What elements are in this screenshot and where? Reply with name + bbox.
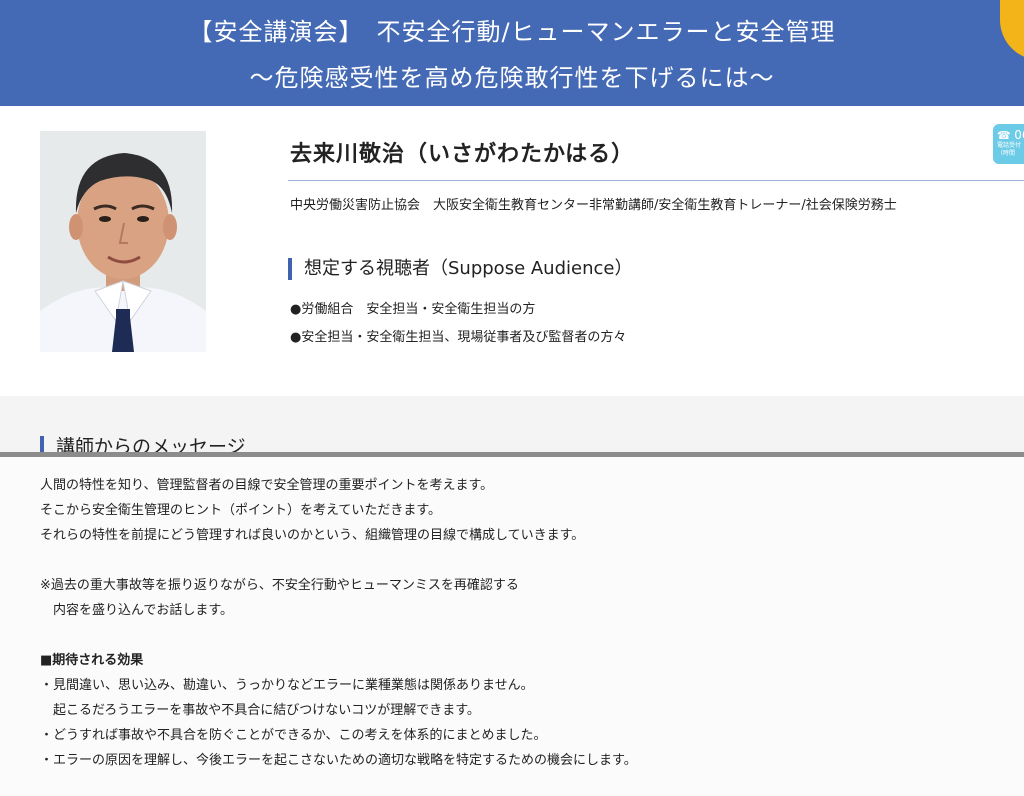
audience-list: ●労働組合 安全担当・安全衛生担当の方 ●安全担当・安全衛生担当、現場従事者及び… <box>290 296 626 352</box>
message-line: それらの特性を前提にどう管理すれば良いのかという、組織管理の目線で構成していきま… <box>40 528 585 543</box>
message-line: ・どうすれば事故や不具合を防ぐことができるか、この考えを体系的にまとめました。 <box>40 728 547 743</box>
audience-heading: 想定する視聴者（Suppose Audience） <box>288 258 632 280</box>
message-section-top: 講師からのメッセージ <box>0 396 1024 456</box>
message-line: ・エラーの原因を理解し、今後エラーを起こさないための適切な戦略を特定するための機… <box>40 753 637 768</box>
page-subtitle: 〜危険感受性を高め危険敢行性を下げるには〜 <box>249 64 775 92</box>
message-body: 人間の特性を知り、管理監督者の目線で安全管理の重要ポイントを考えます。 そこから… <box>40 473 637 773</box>
message-line: 人間の特性を知り、管理監督者の目線で安全管理の重要ポイントを考えます。 <box>40 478 494 493</box>
audience-item: ●労働組合 安全担当・安全衛生担当の方 <box>290 302 536 317</box>
message-line: ※過去の重大事故等を振り返りながら、不安全行動やヒューマンミスを再確認する <box>40 578 519 593</box>
phone-note-1: 電話受付 <box>997 142 1022 149</box>
message-line: 起こるだろうエラーを事故や不具合に結びつけないコツが理解できます。 <box>40 703 480 718</box>
speaker-profile: 去来川敬治（いさがわたかはる） 中央労働災害防止協会 大阪安全衛生教育センター非… <box>0 106 1024 396</box>
speaker-photo <box>40 131 206 352</box>
message-line: そこから安全衛生管理のヒント（ポイント）を考えていただきます。 <box>40 503 442 518</box>
floating-badge[interactable]: ご <box>1000 0 1024 60</box>
message-section: 人間の特性を知り、管理監督者の目線で安全管理の重要ポイントを考えます。 そこから… <box>0 457 1024 796</box>
page-header-banner: 【安全講演会】 不安全行動/ヒューマンエラーと安全管理 〜危険感受性を高め危険敢… <box>0 0 1024 106</box>
phone-contact-button[interactable]: ☎ 06 電話受付 （時間 <box>993 124 1024 164</box>
speaker-name: 去来川敬治（いさがわたかはる） <box>290 142 635 167</box>
phone-number: 06 <box>1014 128 1024 142</box>
phone-note-2: （時間 <box>997 150 1016 157</box>
audience-item: ●安全担当・安全衛生担当、現場従事者及び監督者の方々 <box>290 330 627 345</box>
page-title: 【安全講演会】 不安全行動/ヒューマンエラーと安全管理 <box>188 18 836 46</box>
effects-heading: ■期待される効果 <box>40 653 144 668</box>
message-line: 内容を盛り込んでお話します。 <box>40 603 234 618</box>
name-divider <box>288 180 1024 181</box>
speaker-affiliation: 中央労働災害防止協会 大阪安全衛生教育センター非常勤講師/安全衛生教育トレーナー… <box>290 198 897 213</box>
phone-icon: ☎ <box>997 129 1011 142</box>
message-line: ・見間違い、思い込み、勘違い、うっかりなどエラーに業種業態は関係ありません。 <box>40 678 534 693</box>
